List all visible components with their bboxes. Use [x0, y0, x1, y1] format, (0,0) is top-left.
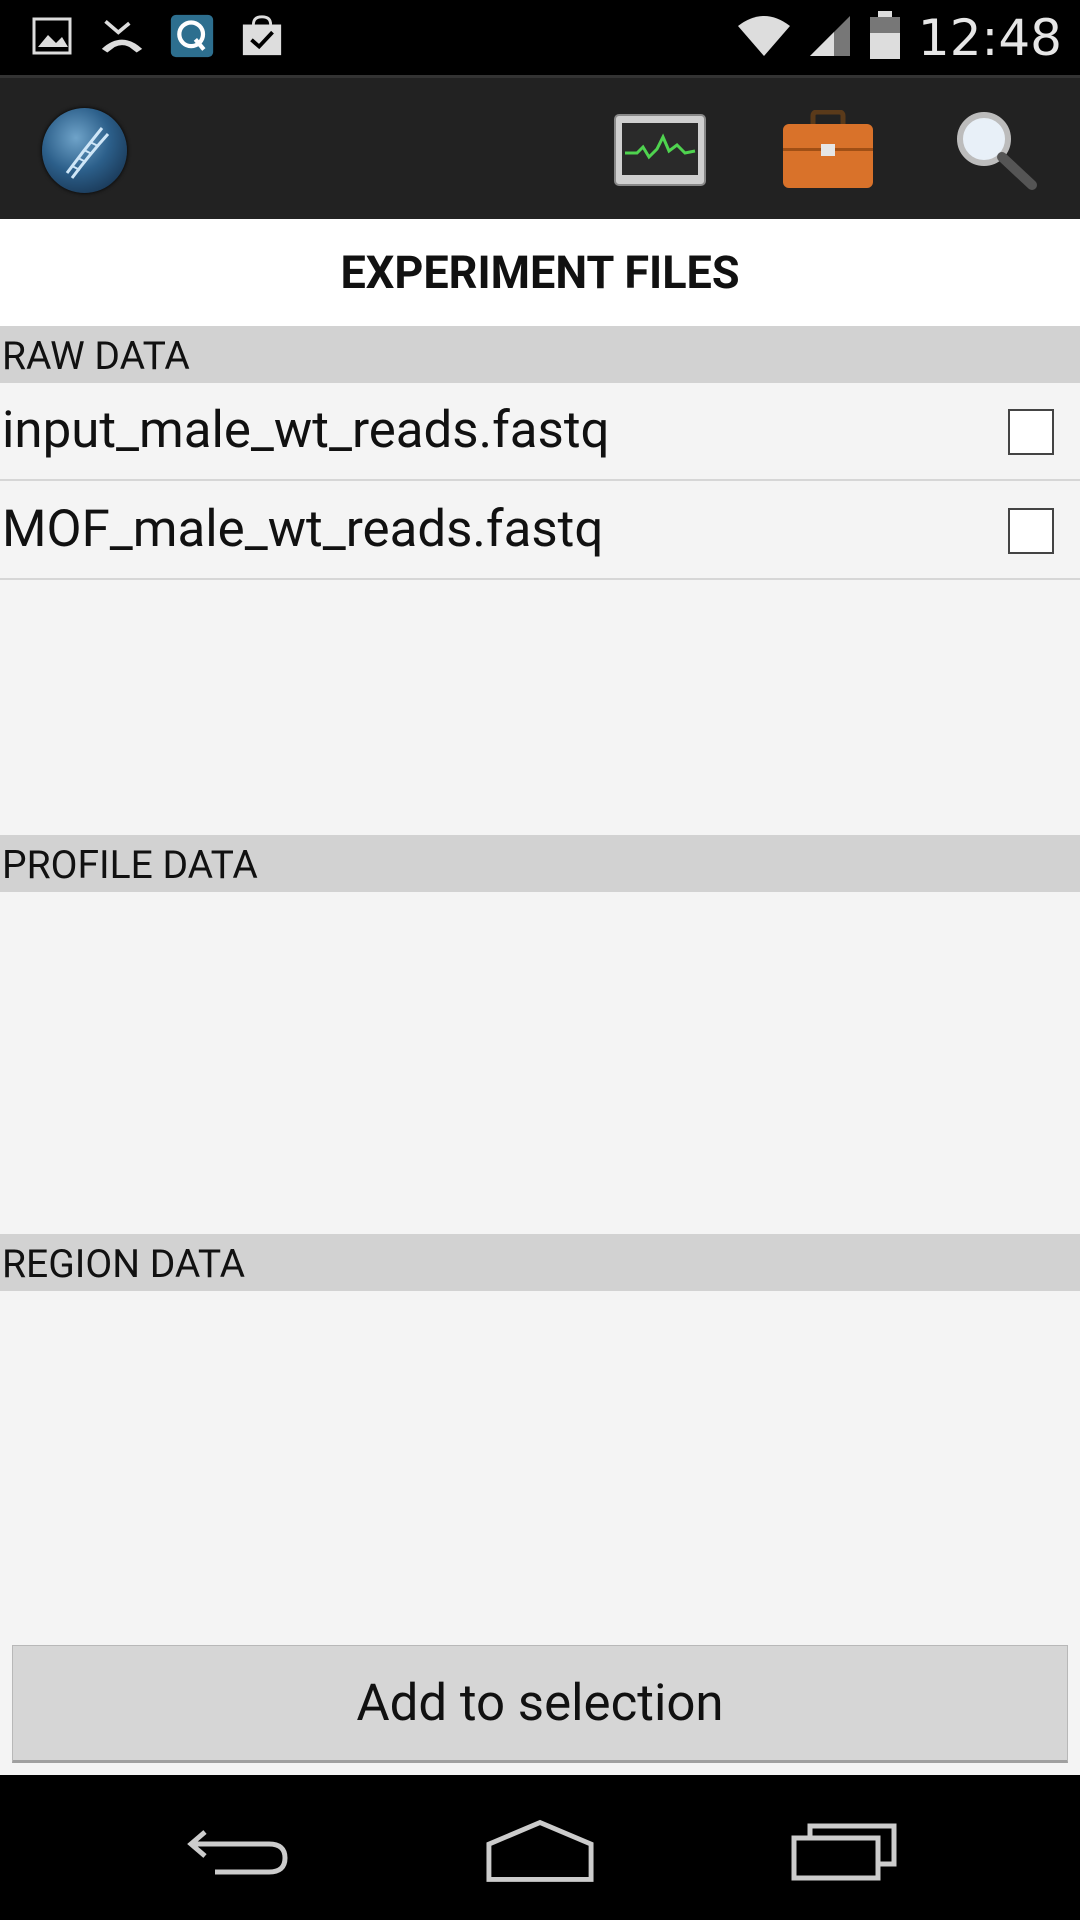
- file-name: input_male_wt_reads.fastq: [2, 401, 610, 460]
- section-header-region: REGION DATA: [0, 1234, 1080, 1291]
- section-header-profile: PROFILE DATA: [0, 835, 1080, 892]
- section-header-raw: RAW DATA: [0, 326, 1080, 383]
- q-app-icon: [170, 12, 214, 60]
- file-checkbox[interactable]: [1008, 508, 1054, 554]
- wifi-icon: [736, 14, 792, 62]
- action-bar: [0, 75, 1080, 219]
- file-row[interactable]: input_male_wt_reads.fastq: [0, 383, 1080, 481]
- add-to-selection-button[interactable]: Add to selection: [12, 1645, 1068, 1763]
- file-name: MOF_male_wt_reads.fastq: [2, 500, 604, 559]
- dna-globe-logo-icon[interactable]: [42, 108, 127, 193]
- page-title: EXPERIMENT FILES: [340, 246, 740, 299]
- home-icon[interactable]: [485, 1815, 595, 1885]
- status-bar: 12:48: [0, 0, 1080, 75]
- image-icon: [30, 12, 74, 60]
- file-checkbox[interactable]: [1008, 409, 1054, 455]
- search-icon[interactable]: [945, 100, 1045, 200]
- missed-call-icon: [100, 12, 144, 60]
- monitor-chart-icon[interactable]: [610, 100, 710, 200]
- navigation-bar: [0, 1775, 1080, 1920]
- clock: 12:48: [917, 8, 1062, 67]
- file-row[interactable]: MOF_male_wt_reads.fastq: [0, 482, 1080, 580]
- shopping-bag-check-icon: [240, 12, 284, 60]
- briefcase-icon[interactable]: [778, 100, 878, 200]
- signal-icon: [808, 14, 852, 62]
- recent-apps-icon[interactable]: [790, 1815, 900, 1885]
- back-icon[interactable]: [185, 1815, 295, 1885]
- battery-icon: [868, 10, 902, 65]
- page-title-bar: EXPERIMENT FILES: [0, 219, 1080, 326]
